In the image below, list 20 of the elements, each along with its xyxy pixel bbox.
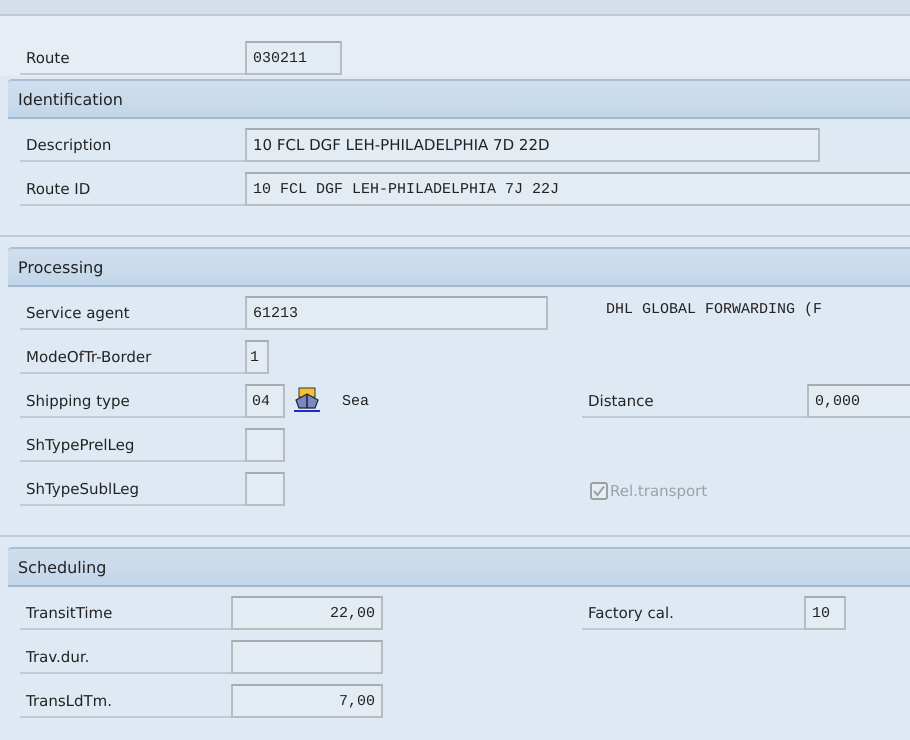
input-field[interactable] bbox=[231, 640, 383, 674]
input-field[interactable]: 22,00 bbox=[231, 596, 383, 630]
input-field[interactable]: 030211 bbox=[245, 41, 342, 75]
input-field[interactable]: 61213 bbox=[245, 296, 548, 330]
checkbox-label: Rel.transport bbox=[610, 482, 708, 500]
input-field[interactable]: 10 bbox=[804, 596, 846, 630]
input-field[interactable]: 10 FCL DGF LEH-PHILADELPHIA 7J 22J bbox=[245, 172, 910, 206]
section-header: Processing bbox=[8, 247, 910, 287]
input-field[interactable]: 7,00 bbox=[231, 684, 383, 718]
input-field[interactable]: 1 bbox=[245, 340, 269, 374]
ship-icon[interactable] bbox=[292, 386, 322, 414]
input-field[interactable] bbox=[245, 472, 285, 506]
section-header: Scheduling bbox=[8, 547, 910, 587]
input-field[interactable]: 10 FCL DGF LEH-PHILADELPHIA 7D 22D bbox=[245, 128, 820, 162]
input-field[interactable]: 0,000 bbox=[807, 384, 910, 418]
input-field[interactable] bbox=[245, 428, 285, 462]
agent-name: DHL GLOBAL FORWARDING (F bbox=[606, 301, 822, 318]
section-header: Identification bbox=[8, 79, 910, 119]
shipping-type-text: Sea bbox=[342, 393, 370, 410]
input-field[interactable]: 04 bbox=[245, 384, 285, 418]
